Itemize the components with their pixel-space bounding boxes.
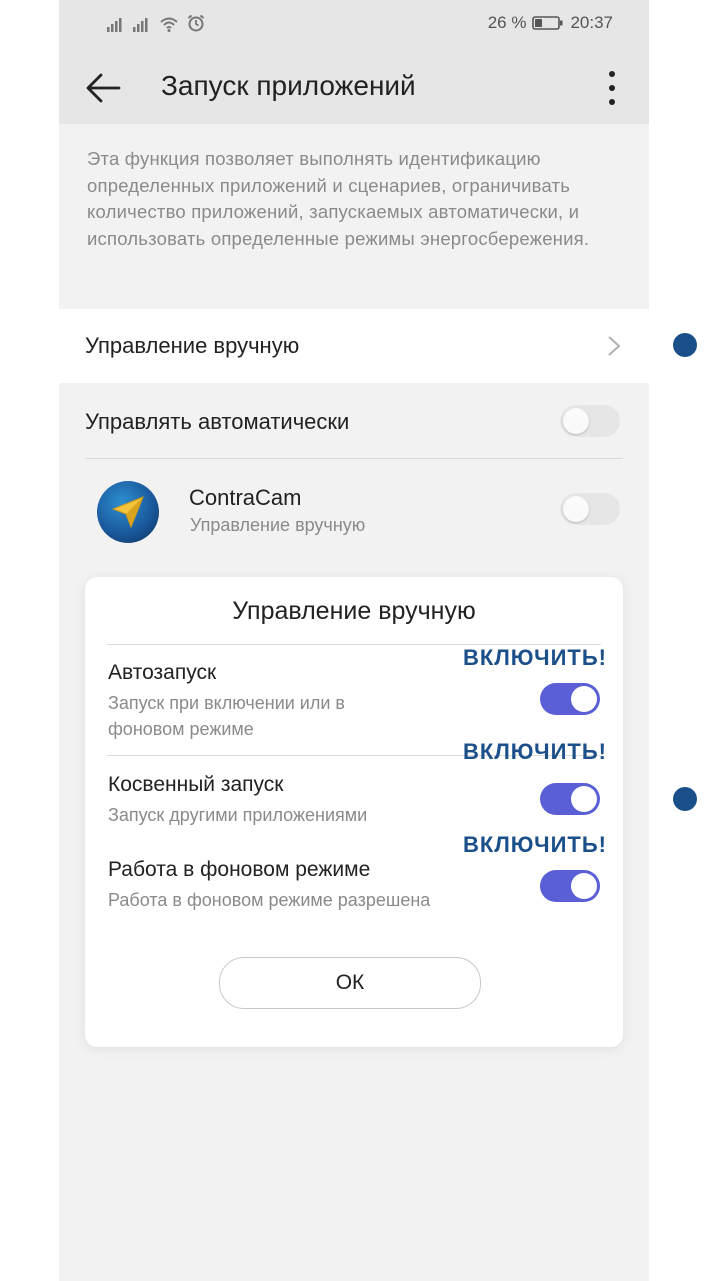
- autostart-subtitle-line: Запуск при включении или в: [108, 693, 345, 713]
- alarm-icon: [187, 14, 205, 32]
- arrow-left-icon: [86, 73, 121, 103]
- indirect-launch-toggle[interactable]: [540, 783, 600, 815]
- more-options-button[interactable]: [597, 68, 627, 108]
- manual-control-label: Управление вручную: [85, 333, 300, 358]
- toggle-knob: [571, 686, 597, 712]
- auto-manage-toggle[interactable]: [560, 405, 620, 437]
- background-work-subtitle: Работа в фоновом режиме разрешена: [108, 890, 431, 910]
- page-title: Запуск приложений: [161, 70, 416, 101]
- app-auto-toggle[interactable]: [560, 493, 620, 525]
- more-vertical-icon: [609, 71, 615, 105]
- enable-callout: ВКЛЮЧИТЬ!: [463, 832, 607, 857]
- app-row[interactable]: ContraCam Управление вручную: [59, 459, 649, 563]
- status-right: 26 % 20:37: [488, 13, 613, 33]
- signal-icon-2: [133, 18, 148, 32]
- feature-description: Эта функция позволяет выполнять идентифи…: [87, 148, 590, 249]
- auto-manage-row: Управлять автоматически: [59, 383, 649, 459]
- back-button[interactable]: [81, 66, 125, 110]
- background-work-title: Работа в фоновом режиме: [108, 858, 371, 881]
- autostart-subtitle: Запуск при включении или в фоновом режим…: [108, 690, 345, 742]
- background-work-toggle[interactable]: [540, 870, 600, 902]
- status-bar: 26 % 20:37: [59, 0, 649, 48]
- status-icons-left: [107, 14, 205, 32]
- indirect-launch-title: Косвенный запуск: [108, 773, 284, 796]
- manual-control-row[interactable]: Управление вручную: [59, 309, 649, 383]
- ok-button[interactable]: ОК: [219, 957, 481, 1009]
- app-name: ContraCam: [189, 485, 302, 510]
- chevron-right-icon: [608, 336, 621, 356]
- enable-callout: ВКЛЮЧИТЬ!: [463, 739, 607, 764]
- app-mode: Управление вручную: [190, 515, 366, 535]
- marker-dot: [673, 787, 697, 811]
- contracam-app-icon: [97, 481, 159, 543]
- autostart-title: Автозапуск: [108, 661, 217, 684]
- autostart-subtitle-line: фоновом режиме: [108, 719, 254, 739]
- manual-control-dialog: Управление вручную ВКЛЮЧИТЬ! Автозапуск …: [85, 577, 623, 1047]
- app-bar: Запуск приложений: [59, 48, 649, 124]
- wifi-icon: [160, 17, 178, 32]
- toggle-knob: [563, 496, 589, 522]
- indirect-launch-subtitle: Запуск другими приложениями: [108, 805, 368, 825]
- auto-manage-label: Управлять автоматически: [85, 409, 350, 434]
- signal-icon: [107, 18, 122, 32]
- toggle-knob: [571, 873, 597, 899]
- status-time: 20:37: [570, 13, 613, 32]
- autostart-toggle[interactable]: [540, 683, 600, 715]
- marker-dot: [673, 333, 697, 357]
- toggle-knob: [571, 786, 597, 812]
- enable-callout: ВКЛЮЧИТЬ!: [463, 645, 607, 670]
- battery-icon: [532, 16, 563, 30]
- navigation-arrow-icon: [111, 496, 144, 529]
- phone-screen: 26 % 20:37 Запуск приложений Эта функция…: [59, 0, 649, 1281]
- dialog-title: Управление вручную: [232, 597, 476, 625]
- toggle-knob: [563, 408, 589, 434]
- battery-percent: 26 %: [487, 13, 527, 32]
